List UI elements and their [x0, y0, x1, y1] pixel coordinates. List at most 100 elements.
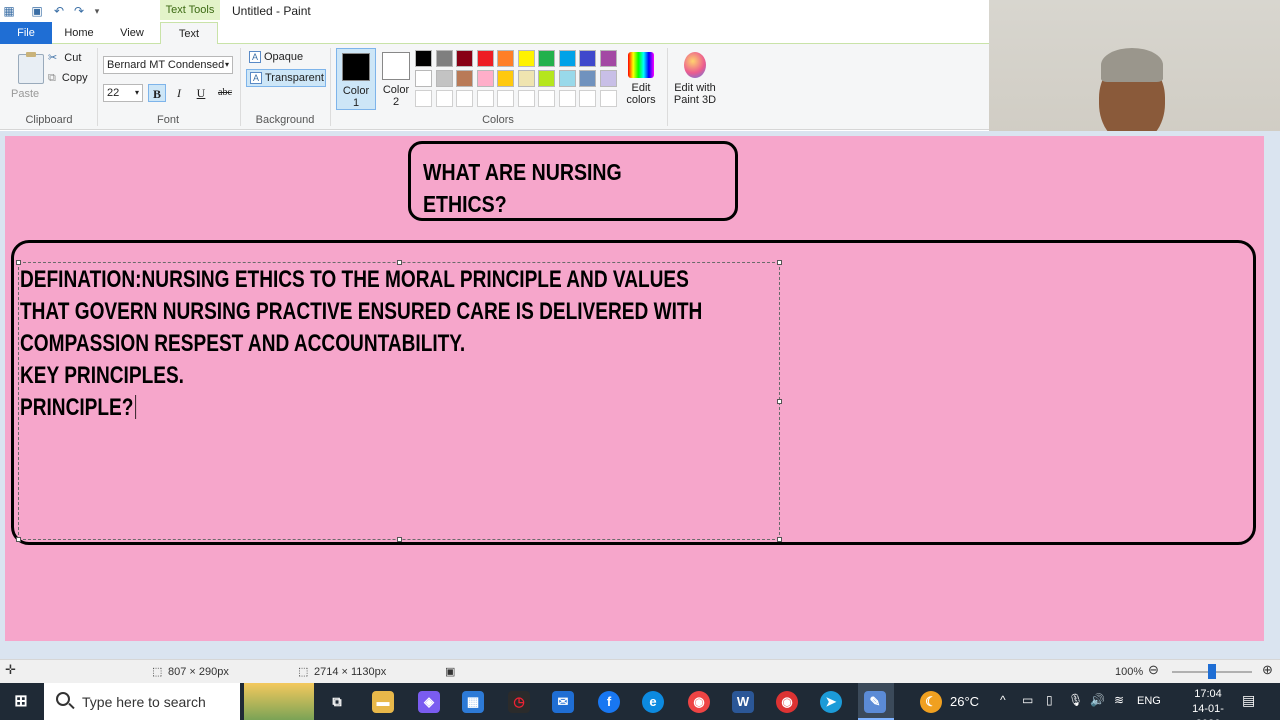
palette-swatch[interactable]: [538, 50, 555, 67]
palette-swatch[interactable]: [517, 50, 535, 67]
palette-swatch[interactable]: [415, 50, 432, 67]
custom-color-slot[interactable]: [558, 90, 576, 107]
customize-toolbar-icon[interactable]: ▾: [90, 4, 104, 18]
edit-colors-button[interactable]: Edit colors: [620, 50, 662, 106]
clock-app-icon[interactable]: ◷: [508, 691, 530, 713]
resize-handle[interactable]: [397, 537, 402, 542]
paste-label: Paste: [11, 88, 40, 100]
underline-button[interactable]: U: [192, 84, 210, 102]
color-2-button[interactable]: Color 2: [376, 48, 416, 110]
palette-swatch[interactable]: [497, 50, 514, 67]
color-1-button[interactable]: Color 1: [336, 48, 376, 110]
meet-now-icon[interactable]: ▭: [1022, 693, 1033, 707]
canvas-body-text[interactable]: DEFINATION:NURSING ETHICS TO THE MORAL P…: [20, 264, 736, 424]
image-size-icon: ⬚: [298, 666, 309, 678]
zoom-out-icon[interactable]: ⊖: [1148, 663, 1159, 677]
palette-swatch[interactable]: [579, 50, 596, 67]
battery-icon[interactable]: ▯: [1046, 693, 1053, 707]
palette-swatch[interactable]: [456, 50, 473, 67]
zoom-slider-thumb[interactable]: [1208, 664, 1216, 679]
custom-color-slot[interactable]: [538, 90, 555, 107]
body-line: COMPASSION RESPEST AND ACCOUNTABILITY.: [20, 330, 466, 357]
paint-icon[interactable]: ✎: [864, 691, 886, 713]
notifications-icon[interactable]: ▤: [1242, 692, 1255, 709]
microsoft-store-icon[interactable]: ▦: [462, 691, 484, 713]
palette-swatch[interactable]: [558, 70, 576, 87]
custom-color-slot[interactable]: [415, 90, 432, 107]
font-group-label: Font: [156, 114, 179, 126]
undo-icon[interactable]: ↶: [52, 4, 66, 18]
font-size-value: 22: [107, 87, 120, 99]
font-family-select[interactable]: Bernard MT Condensed ▾: [103, 56, 233, 74]
palette-swatch[interactable]: [415, 70, 432, 87]
redo-icon[interactable]: ↷: [72, 4, 86, 18]
chrome-browser-icon[interactable]: ◉: [688, 691, 710, 713]
save-icon[interactable]: ▣: [30, 4, 44, 18]
word-icon[interactable]: W: [732, 691, 754, 713]
color-wheel-icon: [628, 52, 654, 78]
palette-swatch[interactable]: [476, 50, 494, 67]
task-view-icon[interactable]: ⧉: [326, 691, 348, 713]
tab-text[interactable]: Text: [160, 22, 218, 45]
resize-handle[interactable]: [777, 399, 782, 404]
palette-swatch[interactable]: [435, 50, 453, 67]
custom-color-slot[interactable]: [599, 90, 617, 107]
palette-swatch[interactable]: [538, 70, 555, 87]
transparent-button[interactable]: A Transparent: [246, 69, 326, 87]
cut-button[interactable]: ✂ Cut: [48, 50, 81, 66]
custom-color-slot[interactable]: [517, 90, 535, 107]
bold-button[interactable]: B: [148, 84, 166, 102]
zoom-in-icon[interactable]: ⊕: [1262, 663, 1273, 677]
palette-swatch[interactable]: [517, 70, 535, 87]
taskbar-search-box[interactable]: Type here to search: [44, 683, 240, 720]
tab-file[interactable]: File: [0, 22, 52, 44]
weather-temperature[interactable]: 26°C: [950, 694, 979, 709]
strikethrough-button[interactable]: abc: [214, 84, 236, 102]
copilot-icon[interactable]: ◈: [418, 691, 440, 713]
custom-color-slot[interactable]: [435, 90, 453, 107]
facebook-icon[interactable]: f: [598, 691, 620, 713]
search-highlight-image[interactable]: [244, 683, 314, 720]
drawing-canvas[interactable]: WHAT ARE NURSING ETHICS? DEFINATION:NURS…: [5, 136, 1264, 641]
palette-swatch[interactable]: [435, 70, 453, 87]
custom-color-slot[interactable]: [579, 90, 596, 107]
palette-swatch[interactable]: [558, 50, 576, 67]
weather-moon-icon[interactable]: ☾: [920, 691, 942, 713]
opaque-button[interactable]: A Opaque: [246, 49, 326, 67]
body-line: KEY PRINCIPLES.: [20, 362, 184, 389]
palette-swatch[interactable]: [497, 70, 514, 87]
wifi-icon[interactable]: ≋: [1114, 693, 1124, 707]
palette-swatch[interactable]: [599, 70, 617, 87]
tab-home[interactable]: Home: [56, 22, 102, 44]
resize-handle[interactable]: [16, 537, 21, 542]
edge-browser-icon[interactable]: e: [642, 691, 664, 713]
font-size-select[interactable]: 22 ▾: [103, 84, 143, 102]
chrome-profile-icon[interactable]: ◉: [776, 691, 798, 713]
paste-button[interactable]: Paste: [6, 48, 46, 104]
outlook-icon[interactable]: ✉: [552, 691, 574, 713]
resize-handle[interactable]: [777, 537, 782, 542]
opaque-label: Opaque: [264, 51, 304, 63]
windows-start-icon[interactable]: ⊞: [10, 691, 32, 713]
taskbar-clock[interactable]: 17:04 14-01-2026: [1180, 687, 1236, 720]
custom-color-slot[interactable]: [456, 90, 473, 107]
file-explorer-icon[interactable]: ▬: [372, 691, 394, 713]
palette-swatch[interactable]: [579, 70, 596, 87]
language-indicator[interactable]: ENG: [1137, 695, 1161, 707]
volume-icon[interactable]: 🔊: [1090, 693, 1105, 707]
custom-color-slot[interactable]: [476, 90, 494, 107]
palette-swatch[interactable]: [456, 70, 473, 87]
edit-with-paint3d-button[interactable]: Edit with Paint 3D: [670, 50, 720, 106]
palette-swatch[interactable]: [599, 50, 617, 67]
palette-swatch[interactable]: [476, 70, 494, 87]
italic-button[interactable]: I: [170, 84, 188, 102]
show-hidden-icons-icon[interactable]: ^: [1000, 693, 1006, 707]
custom-color-slot[interactable]: [497, 90, 514, 107]
microphone-icon[interactable]: 🎙: [1068, 693, 1083, 707]
selection-size: 807 × 290px: [168, 666, 229, 678]
tab-view[interactable]: View: [108, 22, 156, 44]
paint-app-icon[interactable]: ▦: [2, 4, 16, 18]
resize-handle[interactable]: [777, 260, 782, 265]
telegram-icon[interactable]: ➤: [820, 691, 842, 713]
copy-button[interactable]: ⧉ Copy: [48, 70, 88, 86]
